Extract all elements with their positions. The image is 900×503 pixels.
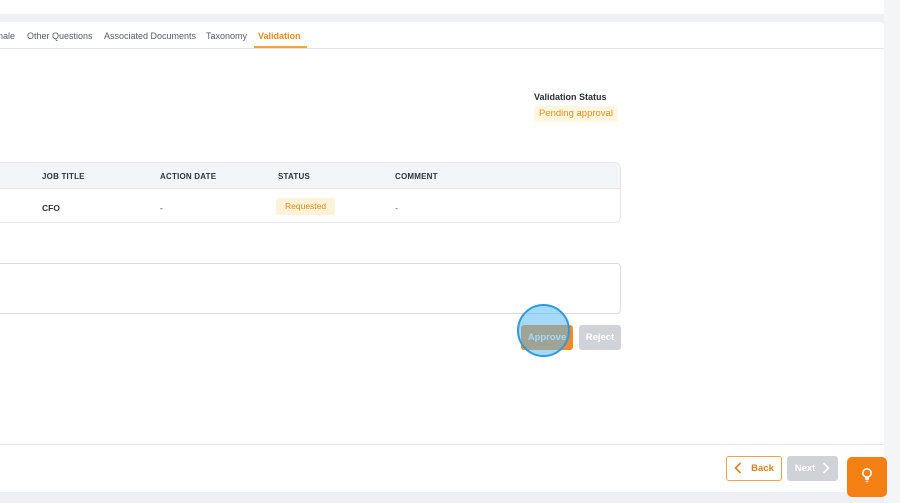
right-gutter bbox=[884, 0, 900, 503]
comment-textarea[interactable] bbox=[0, 263, 621, 314]
chevron-left-icon bbox=[734, 457, 742, 480]
status-badge: Requested bbox=[276, 198, 336, 215]
validation-table: JOB TITLE ACTION DATE STATUS COMMENT CFO… bbox=[0, 162, 621, 223]
approve-button[interactable]: Approve bbox=[521, 325, 573, 350]
reject-button[interactable]: Reject bbox=[579, 325, 621, 350]
tab-taxonomy[interactable]: Taxonomy bbox=[206, 31, 247, 41]
column-header-status: STATUS bbox=[278, 172, 311, 181]
cell-action-date: - bbox=[160, 203, 163, 213]
active-tab-indicator bbox=[254, 46, 307, 48]
column-header-job-title: JOB TITLE bbox=[42, 172, 85, 181]
lightbulb-icon bbox=[860, 466, 874, 489]
cell-comment: - bbox=[395, 203, 398, 213]
validation-status-label: Validation Status bbox=[534, 92, 607, 102]
validation-status-badge: Pending approval bbox=[534, 106, 618, 122]
next-button-label: Next bbox=[794, 463, 816, 474]
table-header: JOB TITLE ACTION DATE STATUS COMMENT bbox=[0, 163, 620, 189]
tab-bar: nale Other Questions Associated Document… bbox=[0, 22, 884, 49]
column-header-action-date: ACTION DATE bbox=[160, 172, 217, 181]
top-header-strip bbox=[0, 0, 884, 14]
cell-job-title: CFO bbox=[42, 203, 60, 213]
validation-card: nale Other Questions Associated Document… bbox=[0, 22, 884, 492]
chevron-right-icon bbox=[822, 456, 830, 481]
back-button-label: Back bbox=[751, 463, 774, 474]
tab-validation[interactable]: Validation bbox=[258, 31, 301, 41]
tab-other-questions[interactable]: Other Questions bbox=[27, 31, 93, 41]
tab-rationale[interactable]: nale bbox=[0, 31, 15, 41]
column-header-comment: COMMENT bbox=[395, 172, 438, 181]
back-button[interactable]: Back bbox=[726, 456, 782, 481]
tab-associated-documents[interactable]: Associated Documents bbox=[104, 31, 196, 41]
help-fab-button[interactable] bbox=[847, 457, 887, 497]
footer-divider bbox=[0, 444, 884, 445]
next-button[interactable]: Next bbox=[787, 456, 838, 481]
